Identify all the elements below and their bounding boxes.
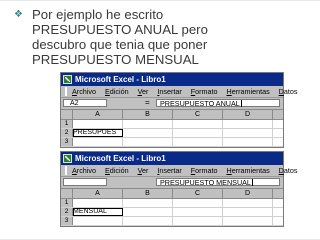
row-header-3[interactable]: 3 bbox=[61, 138, 73, 146]
cell-a3[interactable] bbox=[73, 138, 123, 146]
cell-d1[interactable] bbox=[223, 120, 273, 128]
cell-d3[interactable] bbox=[223, 138, 273, 146]
cell-c2[interactable] bbox=[173, 208, 223, 216]
menu-archivo[interactable]: Archivo bbox=[72, 87, 96, 96]
formula-text: PRESUPUESTO ANUAL bbox=[160, 99, 240, 108]
row-header-2[interactable]: 2 bbox=[61, 129, 73, 137]
cell-b1[interactable] bbox=[123, 120, 173, 128]
sheet-row-3: 3 bbox=[61, 217, 283, 226]
excel-app-icon bbox=[63, 154, 72, 163]
name-box[interactable] bbox=[63, 178, 107, 186]
workbook-icon[interactable] bbox=[65, 87, 67, 96]
menu-insertar[interactable]: Insertar bbox=[157, 87, 181, 96]
menu-bar: Archivo Edición Ver Insertar Formato Her… bbox=[61, 165, 297, 177]
menu-datos[interactable]: Datos bbox=[279, 166, 298, 175]
sheet-row-3: 3 bbox=[61, 138, 283, 147]
menu-edicion[interactable]: Edición bbox=[105, 166, 129, 175]
cell-c3[interactable] bbox=[173, 138, 223, 146]
cell-c3[interactable] bbox=[173, 217, 223, 225]
top-divider bbox=[0, 0, 320, 1]
sheet-row-1: 1 bbox=[61, 199, 283, 208]
formula-input[interactable]: PRESUPUESTO ANUAL bbox=[156, 99, 280, 108]
menu-formato[interactable]: Formato bbox=[191, 87, 218, 96]
menu-herramientas[interactable]: Herramientas bbox=[227, 87, 270, 96]
cell-c2[interactable] bbox=[173, 129, 223, 137]
row-header-1[interactable]: 1 bbox=[61, 199, 73, 207]
cell-b1[interactable] bbox=[123, 199, 173, 207]
column-header-row: A B C D bbox=[61, 189, 283, 199]
menu-datos[interactable]: Datos bbox=[279, 87, 298, 96]
menu-edicion[interactable]: Edición bbox=[105, 87, 129, 96]
column-header-b[interactable]: B bbox=[123, 110, 173, 119]
sheet-grid: A B C D 1 2 PRESUPUES 3 bbox=[61, 110, 283, 147]
formula-bar: A2 = PRESUPUESTO ANUAL bbox=[61, 98, 283, 110]
row-header-3[interactable]: 3 bbox=[61, 217, 73, 225]
cell-c1[interactable] bbox=[173, 199, 223, 207]
column-header-b[interactable]: B bbox=[123, 189, 173, 198]
menu-herramientas[interactable]: Herramientas bbox=[227, 166, 270, 175]
cell-c1[interactable] bbox=[173, 120, 223, 128]
row-header-1[interactable]: 1 bbox=[61, 120, 73, 128]
cell-b2[interactable] bbox=[123, 208, 173, 216]
excel-app-icon bbox=[63, 75, 72, 84]
select-all-corner[interactable] bbox=[61, 189, 73, 198]
menu-formato[interactable]: Formato bbox=[191, 166, 218, 175]
column-header-d[interactable]: D bbox=[223, 189, 273, 198]
column-header-d[interactable]: D bbox=[223, 110, 273, 119]
cell-d2[interactable] bbox=[223, 129, 273, 137]
menu-archivo[interactable]: Archivo bbox=[72, 166, 96, 175]
cell-b2[interactable] bbox=[123, 129, 173, 137]
select-all-corner[interactable] bbox=[61, 110, 73, 119]
title-bar: Microsoft Excel - Libro1 bbox=[61, 73, 283, 86]
bullet-marker-icon: ❖ bbox=[14, 9, 23, 20]
equals-sign: = bbox=[145, 98, 150, 107]
column-header-c[interactable]: C bbox=[173, 189, 223, 198]
formula-bar: PRESUPUESTO MENSUAL bbox=[61, 177, 283, 189]
cell-a2[interactable]: PRESUPUES bbox=[73, 129, 123, 137]
window-title: Microsoft Excel - Libro1 bbox=[75, 75, 166, 84]
sheet-row-1: 1 bbox=[61, 120, 283, 129]
cell-a1[interactable] bbox=[73, 120, 123, 128]
cell-a2[interactable]: MENSUAL bbox=[73, 208, 123, 216]
excel-window-before: Microsoft Excel - Libro1 Archivo Edición… bbox=[60, 72, 297, 148]
bullet-text: Por ejemplo he escrito PRESUPUESTO ANUAL… bbox=[32, 7, 208, 67]
column-header-c[interactable]: C bbox=[173, 110, 223, 119]
row-header-2[interactable]: 2 bbox=[61, 208, 73, 216]
menu-ver[interactable]: Ver bbox=[138, 166, 149, 175]
sheet-row-2: 2 PRESUPUES bbox=[61, 129, 283, 138]
title-bar: Microsoft Excel - Libro1 bbox=[61, 152, 283, 165]
workbook-icon[interactable] bbox=[65, 166, 67, 175]
column-header-row: A B C D bbox=[61, 110, 283, 120]
cell-a3[interactable] bbox=[73, 217, 123, 225]
formula-text: PRESUPUESTO MENSUAL bbox=[160, 178, 251, 187]
menu-ver[interactable]: Ver bbox=[138, 87, 149, 96]
window-title: Microsoft Excel - Libro1 bbox=[75, 154, 166, 163]
cell-b3[interactable] bbox=[123, 138, 173, 146]
menu-bar: Archivo Edición Ver Insertar Formato Her… bbox=[61, 86, 297, 98]
cell-d3[interactable] bbox=[223, 217, 273, 225]
formula-input[interactable]: PRESUPUESTO MENSUAL bbox=[156, 178, 280, 187]
column-header-a[interactable]: A bbox=[73, 110, 123, 119]
cell-b3[interactable] bbox=[123, 217, 173, 225]
column-header-a[interactable]: A bbox=[73, 189, 123, 198]
text-cursor bbox=[251, 179, 253, 186]
text-cursor bbox=[240, 100, 242, 107]
cell-d2[interactable] bbox=[223, 208, 273, 216]
cell-a1[interactable] bbox=[73, 199, 123, 207]
cell-d1[interactable] bbox=[223, 199, 273, 207]
excel-window-after: Microsoft Excel - Libro1 Archivo Edición… bbox=[60, 151, 297, 227]
menu-insertar[interactable]: Insertar bbox=[157, 166, 181, 175]
sheet-grid: A B C D 1 2 MENSUAL 3 bbox=[61, 189, 283, 226]
sheet-row-2: 2 MENSUAL bbox=[61, 208, 283, 217]
name-box[interactable]: A2 bbox=[63, 99, 107, 107]
